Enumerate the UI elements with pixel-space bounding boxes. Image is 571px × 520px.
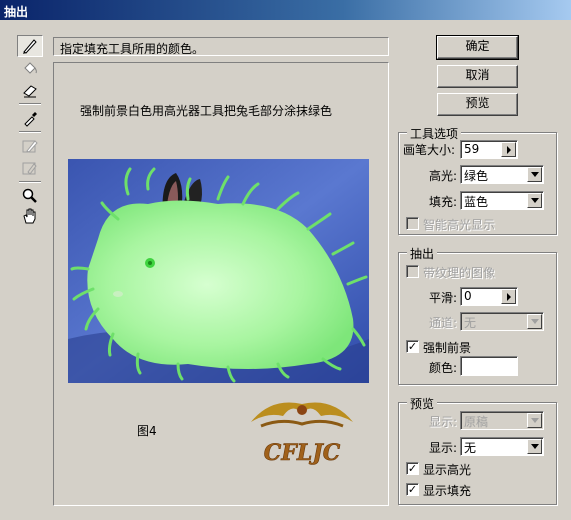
cleanup-icon[interactable] (17, 135, 43, 157)
fill-label: 填充: (429, 195, 458, 209)
fill-bucket-icon[interactable] (17, 57, 43, 79)
chevron-down-icon[interactable] (527, 314, 542, 329)
show-highlight-checkbox[interactable]: ✓ (406, 462, 419, 475)
channel-label: 通道: (429, 316, 458, 330)
brush-size-arrow-icon[interactable] (501, 142, 516, 157)
highlight-select[interactable]: 绿色 (460, 165, 544, 184)
preview-button[interactable]: 预览 (437, 93, 518, 116)
highlight-value: 绿色 (464, 169, 489, 183)
color-label: 颜色: (429, 361, 458, 375)
ok-button[interactable]: 确定 (436, 35, 519, 60)
watermark-text: CFLJC (264, 440, 341, 466)
extraction-legend: 抽出 (407, 245, 438, 262)
textured-image-label: 带纹理的图像 (423, 266, 496, 280)
brush-size-label: 画笔大小: (403, 143, 456, 157)
brush-size-value: 59 (464, 142, 480, 156)
window-title: 抽出 (4, 5, 29, 19)
hand-icon[interactable] (17, 205, 43, 227)
smart-highlight-label: 智能高光显示 (423, 218, 496, 232)
cfljc-watermark: CFLJC (251, 402, 353, 466)
brush-size-input[interactable]: 59 (460, 140, 518, 159)
textured-image-checkbox[interactable] (406, 265, 419, 278)
smooth-value: 0 (464, 289, 472, 303)
toolbox (17, 35, 45, 225)
smooth-input[interactable]: 0 (460, 287, 518, 306)
cancel-button[interactable]: 取消 (437, 65, 518, 88)
view-value: 原稿 (464, 415, 489, 429)
chevron-down-icon[interactable] (527, 167, 542, 182)
channel-select[interactable]: 无 (460, 312, 544, 331)
view-select[interactable]: 原稿 (460, 411, 544, 430)
smooth-label: 平滑: (429, 291, 458, 305)
force-foreground-checkbox[interactable]: ✓ (406, 340, 419, 353)
show-select[interactable]: 无 (460, 437, 544, 456)
edge-touchup-icon[interactable] (17, 157, 43, 179)
eyedropper-icon[interactable] (17, 107, 43, 129)
toolbox-divider (19, 103, 41, 105)
toolbox-divider (19, 181, 41, 183)
fill-select[interactable]: 蓝色 (460, 191, 544, 210)
show-label: 显示: (429, 441, 458, 455)
view-label: 显示: (429, 415, 458, 429)
smooth-arrow-icon[interactable] (501, 289, 516, 304)
color-swatch[interactable] (460, 356, 518, 376)
hint-bar: 指定填充工具所用的颜色。 (53, 37, 389, 56)
show-value: 无 (464, 441, 477, 455)
instruction-text: 强制前景白色用高光器工具把兔毛部分涂抹绿色 (80, 104, 333, 118)
chevron-down-icon[interactable] (527, 413, 542, 428)
eraser-icon[interactable] (17, 79, 43, 101)
title-bar: 抽出 (0, 0, 571, 20)
rabbit-photo (68, 159, 369, 383)
zoom-icon[interactable] (17, 185, 43, 207)
show-fill-label: 显示填充 (423, 484, 472, 498)
show-highlight-label: 显示高光 (423, 463, 472, 477)
show-fill-checkbox[interactable]: ✓ (406, 483, 419, 496)
fill-value: 蓝色 (464, 195, 489, 209)
chevron-down-icon[interactable] (527, 193, 542, 208)
tool-options-legend: 工具选项 (407, 125, 462, 142)
channel-value: 无 (464, 316, 477, 330)
force-foreground-label: 强制前景 (423, 341, 472, 355)
edge-highlighter-icon[interactable] (17, 35, 43, 57)
chevron-down-icon[interactable] (527, 439, 542, 454)
highlight-label: 高光: (429, 169, 458, 183)
toolbox-divider (19, 131, 41, 133)
figure-label: 图4 (137, 424, 157, 438)
smart-highlight-checkbox[interactable] (406, 217, 419, 230)
preview-legend: 预览 (407, 395, 438, 412)
